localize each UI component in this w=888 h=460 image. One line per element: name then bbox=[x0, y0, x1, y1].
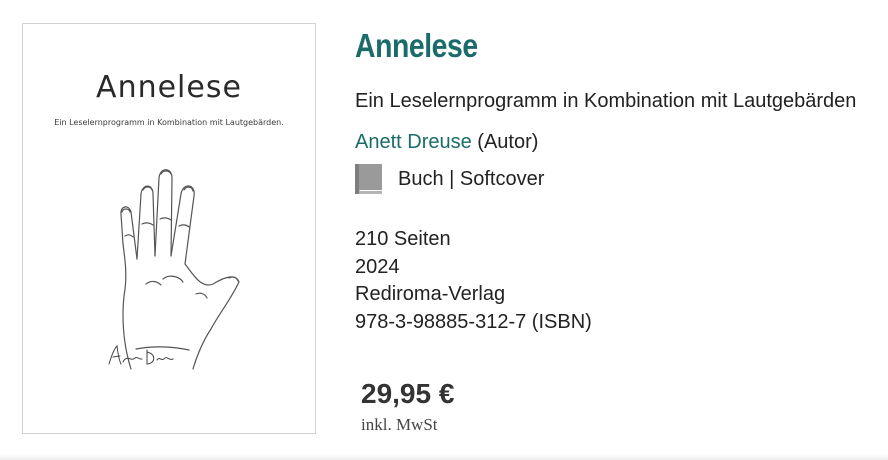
bottom-divider bbox=[0, 454, 888, 460]
isbn: 978-3-98885-312-7 (ISBN) bbox=[355, 310, 592, 333]
author-link[interactable]: Anett Dreuse bbox=[355, 131, 472, 153]
vat-note: inkl. MwSt bbox=[361, 415, 438, 434]
cover-title: Annelese bbox=[96, 70, 242, 105]
publication-year: 2024 bbox=[355, 255, 400, 278]
product-title: Annelese bbox=[355, 27, 478, 64]
publisher: Rediroma-Verlag bbox=[355, 283, 506, 305]
signature-image bbox=[108, 344, 174, 365]
author-line: Anett Dreuse (Autor) bbox=[355, 129, 538, 155]
product-details: 210 Seiten 2024 Rediroma-Verlag 978-3-98… bbox=[355, 226, 592, 336]
author-role: (Autor) bbox=[477, 131, 539, 153]
cover-subtitle: Ein Leselernprogramm in Kombination mit … bbox=[54, 118, 284, 127]
price: 29,95 € bbox=[361, 378, 455, 409]
product-subtitle: Ein Leselernprogramm in Kombination mit … bbox=[355, 90, 857, 112]
page-count: 210 Seiten bbox=[355, 228, 451, 250]
format-label: Buch | Softcover bbox=[398, 167, 545, 190]
format-line: Buch | Softcover bbox=[355, 164, 544, 194]
book-icon bbox=[355, 164, 382, 194]
book-cover-image[interactable]: Annelese Ein Leselernprogramm in Kombina… bbox=[22, 23, 316, 434]
